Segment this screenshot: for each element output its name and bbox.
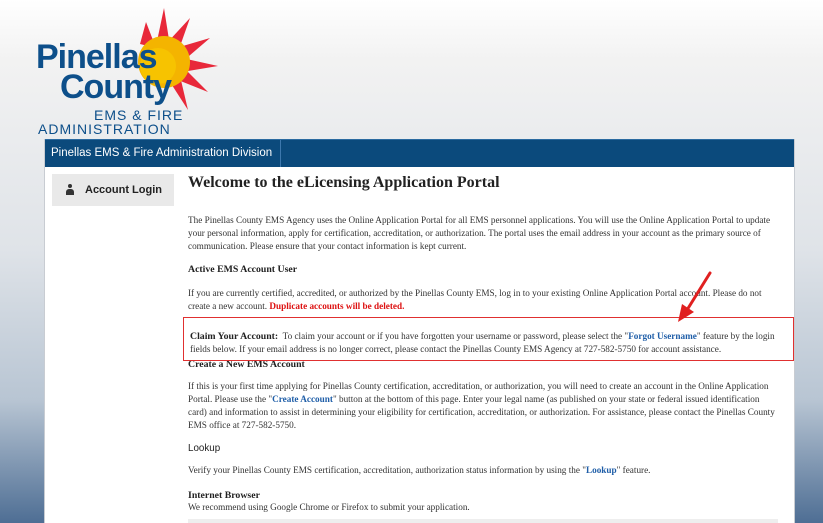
logo-line-county: County: [60, 68, 172, 106]
logo-line-ems: EMS & FIRE: [94, 107, 184, 123]
lookup-heading: Lookup: [188, 443, 221, 454]
create-paragraph: If this is your first time applying for …: [188, 380, 778, 432]
active-heading: Active EMS Account User: [188, 264, 298, 275]
lookup-text-2: " feature.: [616, 465, 651, 475]
top-navbar: Pinellas EMS & Fire Administration Divis…: [45, 139, 794, 167]
sidebar-item-label: Account Login: [85, 184, 162, 196]
logo-line-admin: ADMINISTRATION: [38, 121, 171, 137]
bottom-bar: [188, 519, 778, 523]
intro-paragraph: The Pinellas County EMS Agency uses the …: [188, 215, 771, 251]
create-account-link[interactable]: Create Account: [272, 394, 333, 404]
red-arrow-icon: [678, 271, 712, 322]
claim-paragraph: Claim Your Account: To claim your accoun…: [190, 330, 788, 356]
lookup-link[interactable]: Lookup: [586, 465, 617, 475]
claim-heading: Claim Your Account:: [190, 331, 279, 343]
sidebar-item-account-login[interactable]: Account Login: [52, 174, 174, 206]
claim-text-1: To claim your account or if you have for…: [282, 331, 629, 342]
browser-paragraph: We recommend using Google Chrome or Fire…: [188, 502, 470, 512]
user-icon: [66, 184, 74, 196]
page-title: Welcome to the eLicensing Application Po…: [188, 174, 500, 191]
header-logo-area: Pinellas County EMS & FIRE ADMINISTRATIO…: [0, 0, 823, 138]
lookup-text-1: Verify your Pinellas County EMS certific…: [188, 465, 586, 475]
nav-item-division[interactable]: Pinellas EMS & Fire Administration Divis…: [45, 140, 282, 167]
lookup-paragraph: Verify your Pinellas County EMS certific…: [188, 464, 778, 477]
forgot-username-link[interactable]: Forgot Username: [628, 331, 697, 341]
duplicate-warning: Duplicate accounts will be deleted.: [269, 301, 405, 311]
